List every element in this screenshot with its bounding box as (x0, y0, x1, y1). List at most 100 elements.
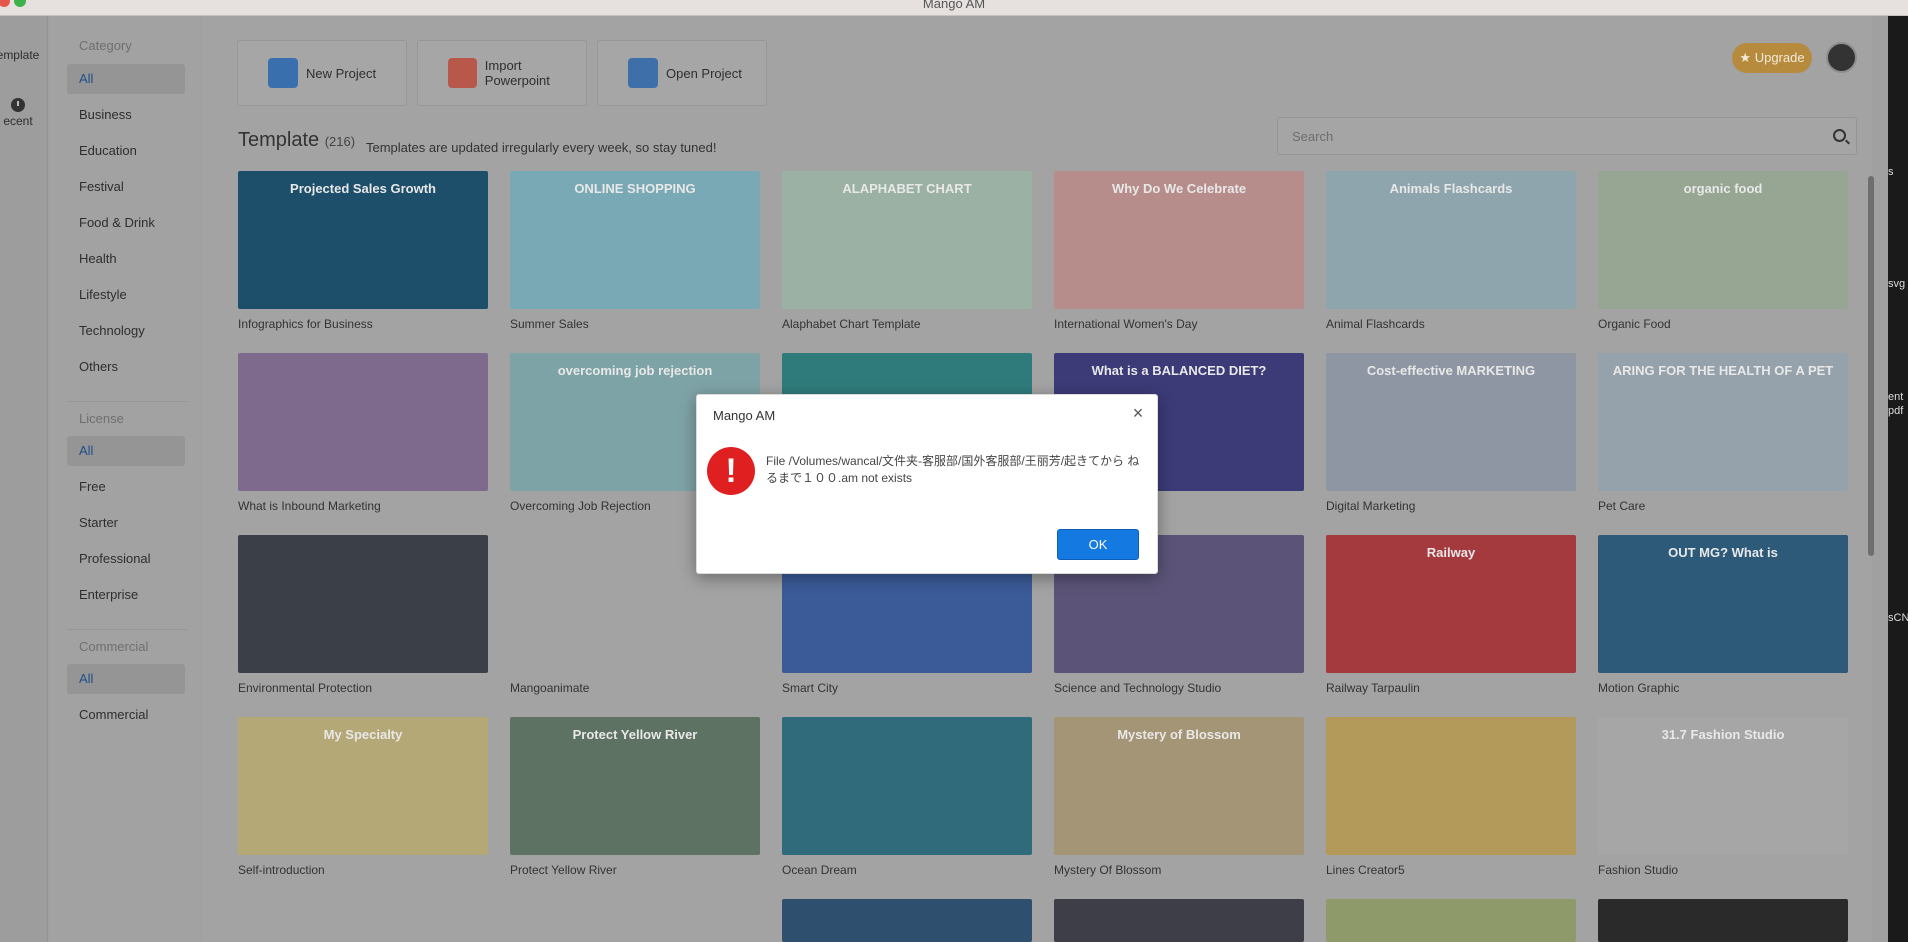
category-item-technology[interactable]: Technology (67, 316, 185, 346)
category-item-business[interactable]: Business (67, 100, 185, 130)
template-thumbnail[interactable]: My Specialty (238, 717, 488, 855)
search-input[interactable] (1278, 118, 1798, 154)
template-card[interactable]: Ocean Dream (782, 717, 1032, 877)
import-powerpoint-button[interactable]: Import Powerpoint (417, 40, 587, 106)
upgrade-button[interactable]: ★ Upgrade (1732, 43, 1812, 73)
template-caption: Mangoanimate (510, 681, 590, 695)
template-card[interactable]: Why Do We Celebrate International Women's… (1054, 171, 1304, 331)
template-thumbnail[interactable]: 31.7 Fashion Studio (1598, 717, 1848, 855)
template-caption: Self-introduction (238, 863, 325, 877)
left-rail: emplate ecent (0, 16, 48, 942)
thumbnail-text: ARING FOR THE HEALTH OF A PET (1612, 363, 1834, 378)
template-thumbnail[interactable]: ALAPHABET CHART (782, 171, 1032, 309)
template-card[interactable]: Protect Yellow River Protect Yellow River (510, 717, 760, 877)
thumbnail-text: Mystery of Blossom (1117, 727, 1241, 742)
scrollbar[interactable] (1868, 176, 1874, 556)
close-icon[interactable]: × (1129, 404, 1147, 423)
template-thumbnail[interactable] (1054, 899, 1304, 942)
folder-icon (628, 58, 658, 88)
template-caption: Protect Yellow River (510, 863, 617, 877)
template-card[interactable]: Railway Railway Tarpaulin (1326, 535, 1576, 695)
template-thumbnail[interactable]: ONLINE SHOPPING (510, 171, 760, 309)
template-thumbnail[interactable] (1326, 899, 1576, 942)
new-project-label: New Project (306, 65, 377, 81)
template-thumbnail[interactable]: organic food (1598, 171, 1848, 309)
thumbnail-text: My Specialty (323, 727, 403, 742)
ok-button[interactable]: OK (1057, 529, 1139, 560)
category-item-education[interactable]: Education (67, 136, 185, 166)
thumbnail-text: Cost-effective MARKETING (1366, 363, 1536, 378)
template-card[interactable]: 31.7 Fashion Studio Fashion Studio (1598, 717, 1848, 877)
search-icon[interactable] (1833, 129, 1846, 142)
commercial-item-all[interactable]: All (67, 664, 185, 694)
template-card[interactable]: ONLINE SHOPPING Summer Sales (510, 171, 760, 331)
divider (67, 401, 187, 402)
template-thumbnail[interactable]: Cost-effective MARKETING (1326, 353, 1576, 491)
license-item-enterprise[interactable]: Enterprise (67, 580, 185, 610)
category-item-festival[interactable]: Festival (67, 172, 185, 202)
new-project-button[interactable]: New Project (237, 40, 407, 106)
template-thumbnail[interactable] (782, 717, 1032, 855)
template-card[interactable]: Animals Flashcards Animal Flashcards (1326, 171, 1576, 331)
template-thumbnail[interactable]: Protect Yellow River (510, 717, 760, 855)
category-item-health[interactable]: Health (67, 244, 185, 274)
license-item-free[interactable]: Free (67, 472, 185, 502)
clock-icon (11, 98, 25, 112)
license-item-all[interactable]: All (67, 436, 185, 466)
template-thumbnail[interactable]: Animals Flashcards (1326, 171, 1576, 309)
category-item-all[interactable]: All (67, 64, 185, 94)
category-item-lifestyle[interactable]: Lifestyle (67, 280, 185, 310)
template-card[interactable]: ALAPHABET CHART Alaphabet Chart Template (782, 171, 1032, 331)
template-thumbnail[interactable]: OUT MG? What is (1598, 535, 1848, 673)
template-card[interactable]: My Specialty Self-introduction (238, 717, 488, 877)
template-thumbnail[interactable]: Mystery of Blossom (1054, 717, 1304, 855)
thumbnail-text: ALAPHABET CHART (842, 181, 972, 196)
error-icon: ! (707, 447, 755, 495)
template-thumbnail[interactable]: Why Do We Celebrate (1054, 171, 1304, 309)
template-thumbnail[interactable]: Projected Sales Growth (238, 171, 488, 309)
template-card[interactable]: Mystery of Blossom Mystery Of Blossom (1054, 717, 1304, 877)
template-card[interactable]: ARING FOR THE HEALTH OF A PET Pet Care (1598, 353, 1848, 513)
template-thumbnail[interactable]: Railway (1326, 535, 1576, 673)
license-item-starter[interactable]: Starter (67, 508, 185, 538)
template-card[interactable]: Lines Creator5 (1326, 717, 1576, 877)
template-card[interactable]: OUT MG? What is Motion Graphic (1598, 535, 1848, 695)
divider (67, 629, 187, 630)
template-card[interactable]: What is Inbound Marketing (238, 353, 488, 513)
commercial-heading: Commercial (79, 639, 149, 654)
template-thumbnail[interactable] (1326, 717, 1576, 855)
template-card[interactable]: Projected Sales Growth Infographics for B… (238, 171, 488, 331)
dialog-title: Mango AM (713, 408, 776, 423)
template-thumbnail[interactable]: ARING FOR THE HEALTH OF A PET (1598, 353, 1848, 491)
template-thumbnail[interactable] (1598, 899, 1848, 942)
template-thumbnail[interactable] (510, 899, 760, 942)
license-item-professional[interactable]: Professional (67, 544, 185, 574)
rail-item-template[interactable]: emplate (0, 30, 46, 62)
template-thumbnail[interactable] (238, 535, 488, 673)
edge-fragment: svg (1888, 278, 1906, 290)
thumbnail-text: Railway (1426, 545, 1476, 560)
avatar[interactable] (1826, 42, 1857, 73)
thumbnail-text: overcoming job rejection (557, 363, 713, 378)
template-caption: Digital Marketing (1326, 499, 1416, 513)
template-thumbnail[interactable] (238, 353, 488, 491)
powerpoint-icon (448, 58, 477, 88)
thumbnail-text: What is a BALANCED DIET? (1091, 363, 1267, 378)
template-caption: International Women's Day (1054, 317, 1198, 331)
template-thumbnail[interactable] (782, 899, 1032, 942)
edge-fragment: s (1888, 166, 1894, 178)
rail-item-recent[interactable]: ecent (0, 98, 46, 128)
template-card[interactable]: Cost-effective MARKETING Digital Marketin… (1326, 353, 1576, 513)
open-project-button[interactable]: Open Project (597, 40, 767, 106)
template-card[interactable]: Environmental Protection (238, 535, 488, 695)
commercial-item-commercial[interactable]: Commercial (67, 700, 185, 730)
template-caption: Pet Care (1598, 499, 1646, 513)
grid-icon (10, 30, 26, 46)
edge-fragment: sCN (1888, 612, 1908, 624)
template-card[interactable]: organic food Organic Food (1598, 171, 1848, 331)
category-item-others[interactable]: Others (67, 352, 185, 382)
category-item-food-drink[interactable]: Food & Drink (67, 208, 185, 238)
template-caption: Motion Graphic (1598, 681, 1680, 695)
open-project-label: Open Project (666, 65, 742, 81)
rail-item-label: ecent (3, 114, 33, 128)
